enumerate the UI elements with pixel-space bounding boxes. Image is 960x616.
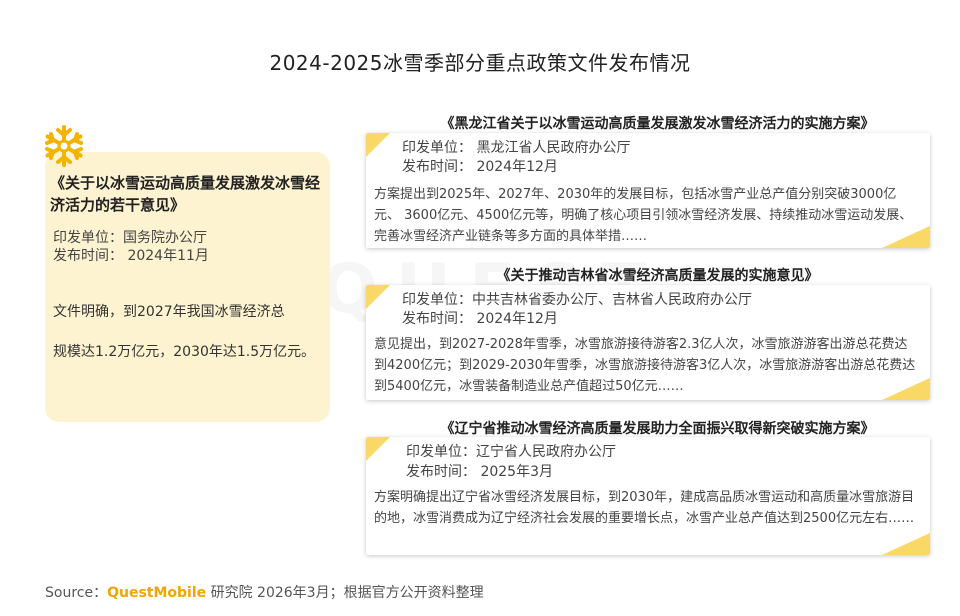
liaoning-policy-desc: 方案明确提出辽宁省冰雪经济发展目标，到2030年，建成高品质冰雪运动和高质量冰雪… [374,490,915,526]
corner-accent [366,133,390,157]
heilongjiang-policy-card: 印发单位： 黑龙江省人民政府办公厅 发布时间： 2024年12月 方案提出到20… [366,133,930,248]
brand-name: QuestMobile [107,585,207,601]
heilongjiang-policy-title: 《黑龙江省关于以冰雪运动高质量发展激发冰雪经济活力的实施方案》 [440,116,875,132]
jilin-policy-card: 印发单位：中共吉林省委办公厅、吉林省人民政府办公厅 发布时间： 2024年12月… [366,285,930,400]
jilin-policy-desc: 意见提出，到2027-2028年雪季，冰雪旅游接待游客2.3亿人次，冰雪旅游游客… [374,337,916,394]
national-policy-body-line-2: 规模达1.2万亿元，2030年达1.5万亿元。 [53,344,316,360]
national-policy-title: 《关于以冰雪运动高质量发展激发冰雪经济活力的若干意见》 [50,174,321,214]
heilongjiang-policy-date: 发布时间： 2024年12月 [402,159,558,175]
national-policy-body-line-1: 文件明确，到2027年我国冰雪经济总 [53,304,285,320]
liaoning-policy-issuer: 印发单位：辽宁省人民政府办公厅 [406,444,616,460]
jilin-policy-date: 发布时间： 2024年12月 [402,311,558,327]
heilongjiang-policy-issuer: 印发单位： 黑龙江省人民政府办公厅 [402,140,631,156]
corner-accent [366,285,390,309]
corner-accent [882,533,930,555]
heilongjiang-policy-desc: 方案提出到2025年、2027年、2030年的发展目标，包括冰雪产业总产值分别突… [374,187,913,244]
snowflake-icon [45,125,83,167]
national-policy-issuer: 印发单位：国务院办公厅 [53,230,207,246]
liaoning-policy-title: 《辽宁省推动冰雪经济高质量发展助力全面振兴取得新突破实施方案》 [440,421,875,437]
source-suffix: 研究院 2026年3月；根据官方公开资料整理 [206,585,484,601]
jilin-policy-title: 《关于推动吉林省冰雪经济高质量发展的实施意见》 [496,268,819,284]
jilin-policy-issuer: 印发单位：中共吉林省委办公厅、吉林省人民政府办公厅 [402,292,752,308]
source-prefix: Source： [45,585,108,601]
source-note: Source：QuestMobile 研究院 2026年3月；根据官方公开资料整… [45,582,484,602]
national-policy-date: 发布时间： 2024年11月 [53,248,209,264]
page-title: 2024-2025冰雪季部分重点政策文件发布情况 [269,51,691,75]
corner-accent [366,437,390,461]
liaoning-policy-card: 印发单位：辽宁省人民政府办公厅 发布时间： 2025年3月 方案明确提出辽宁省冰… [366,437,930,555]
liaoning-policy-date: 发布时间： 2025年3月 [406,464,553,480]
